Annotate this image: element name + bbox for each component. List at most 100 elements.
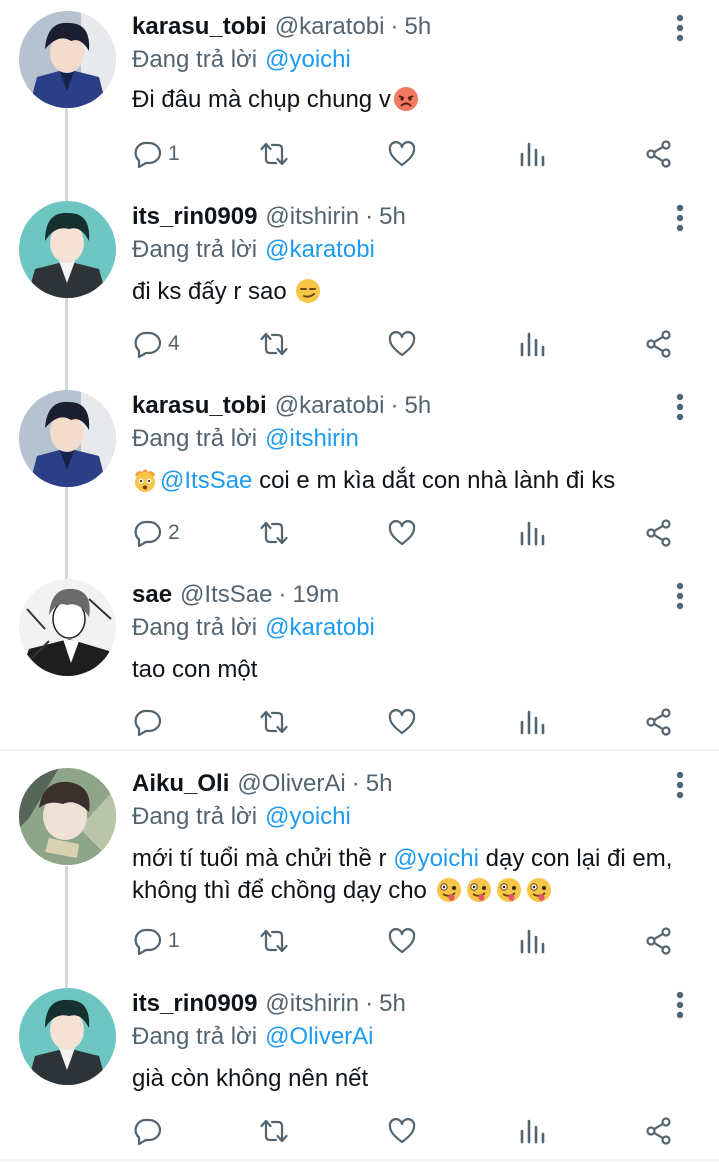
like-button[interactable] <box>387 704 417 740</box>
replying-mention[interactable]: @karatobi <box>265 614 375 642</box>
display-name[interactable]: sae <box>132 581 172 609</box>
retweet-icon <box>260 710 288 734</box>
tweet-text-body: Đi đâu mà chụp chung v <box>132 86 391 113</box>
tweet-mention[interactable]: @yoichi <box>393 845 479 872</box>
timestamp[interactable]: 5h <box>379 203 406 231</box>
share-icon <box>646 330 671 358</box>
stats-button[interactable] <box>517 1113 547 1149</box>
timestamp[interactable]: 5h <box>404 392 431 420</box>
reply-button[interactable]: 1 <box>132 923 180 959</box>
avatar[interactable] <box>19 768 116 865</box>
share-icon <box>646 927 671 955</box>
retweet-button[interactable] <box>259 326 289 362</box>
reply-button[interactable]: 1 <box>132 136 180 172</box>
user-handle[interactable]: @itshirin <box>265 990 359 1018</box>
heart-icon <box>388 520 416 546</box>
separator-dot: · <box>278 581 287 608</box>
retweet-button[interactable] <box>259 515 289 551</box>
timestamp[interactable]: 5h <box>379 990 406 1018</box>
replying-to: Đang trả lời @yoichi <box>132 45 351 75</box>
replying-to: Đang trả lời @itshirin <box>132 424 359 454</box>
tweet-text: @ItsSae coi e m kìa dắt con nhà lành đi … <box>132 465 692 497</box>
replying-to: Đang trả lời @OliverAi <box>132 1022 374 1052</box>
share-button[interactable] <box>644 136 674 172</box>
more-vertical-icon <box>676 14 684 42</box>
heart-icon <box>388 709 416 735</box>
display-name[interactable]: karasu_tobi <box>132 392 267 420</box>
share-button[interactable] <box>644 326 674 362</box>
stats-button[interactable] <box>517 704 547 740</box>
replying-mention[interactable]: @karatobi <box>265 236 375 264</box>
replying-label: Đang trả lời <box>132 425 258 452</box>
tweet-actions <box>132 1113 692 1149</box>
avatar[interactable] <box>19 11 116 108</box>
avatar[interactable] <box>19 201 116 298</box>
share-button[interactable] <box>644 704 674 740</box>
retweet-icon <box>260 929 288 953</box>
avatar[interactable] <box>19 988 116 1085</box>
replying-mention[interactable]: @itshirin <box>265 425 359 453</box>
retweet-button[interactable] <box>259 136 289 172</box>
user-handle[interactable]: @itshirin <box>265 203 359 231</box>
tweet-text-body: mới tí tuổi mà chửi thề r <box>132 845 394 872</box>
more-button[interactable] <box>668 390 692 424</box>
tweet-actions: 4 <box>132 326 692 362</box>
zany-face-emoji <box>496 877 522 903</box>
stats-button[interactable] <box>517 515 547 551</box>
tweet-mention[interactable]: @ItsSae <box>160 467 252 494</box>
share-button[interactable] <box>644 1113 674 1149</box>
replying-mention[interactable]: @yoichi <box>265 46 351 74</box>
reply-button[interactable] <box>132 1113 162 1149</box>
retweet-icon <box>260 521 288 545</box>
more-vertical-icon <box>676 991 684 1019</box>
user-handle[interactable]: @OliverAi <box>237 770 345 798</box>
retweet-button[interactable] <box>259 923 289 959</box>
like-button[interactable] <box>387 1113 417 1149</box>
user-handle[interactable]: @karatobi <box>275 13 385 41</box>
more-button[interactable] <box>668 579 692 613</box>
reply-count: 4 <box>168 332 180 355</box>
display-name[interactable]: Aiku_Oli <box>132 770 229 798</box>
tweet-text: mới tí tuổi mà chửi thề r @yoichi dạy co… <box>132 843 692 907</box>
user-handle[interactable]: @ItsSae <box>180 581 272 609</box>
avatar-image <box>19 390 116 487</box>
replying-mention[interactable]: @OliverAi <box>265 1023 373 1051</box>
more-button[interactable] <box>668 988 692 1022</box>
like-button[interactable] <box>387 326 417 362</box>
more-button[interactable] <box>668 201 692 235</box>
retweet-button[interactable] <box>259 704 289 740</box>
timestamp[interactable]: 19m <box>292 581 339 609</box>
stats-button[interactable] <box>517 136 547 172</box>
more-button[interactable] <box>668 11 692 45</box>
like-button[interactable] <box>387 515 417 551</box>
like-button[interactable] <box>387 923 417 959</box>
avatar[interactable] <box>19 390 116 487</box>
display-name[interactable]: its_rin0909 <box>132 203 257 231</box>
exploding-head-emoji <box>132 467 158 493</box>
replying-mention[interactable]: @yoichi <box>265 803 351 831</box>
timestamp[interactable]: 5h <box>366 770 393 798</box>
reply-button[interactable]: 2 <box>132 515 180 551</box>
stats-button[interactable] <box>517 923 547 959</box>
replying-label: Đang trả lời <box>132 236 258 263</box>
reply-icon <box>134 1118 162 1146</box>
replying-to: Đang trả lời @karatobi <box>132 235 375 265</box>
display-name[interactable]: karasu_tobi <box>132 13 267 41</box>
share-button[interactable] <box>644 515 674 551</box>
bottom-divider <box>0 1159 719 1161</box>
user-handle[interactable]: @karatobi <box>275 392 385 420</box>
reply-button[interactable]: 4 <box>132 326 180 362</box>
like-button[interactable] <box>387 136 417 172</box>
tweet-text: đi ks đấy r sao <box>132 276 692 308</box>
timestamp[interactable]: 5h <box>404 13 431 41</box>
separator-dot: · <box>390 392 399 419</box>
avatar[interactable] <box>19 579 116 676</box>
reply-button[interactable] <box>132 704 162 740</box>
stats-button[interactable] <box>517 326 547 362</box>
heart-icon <box>388 1118 416 1144</box>
retweet-button[interactable] <box>259 1113 289 1149</box>
display-name[interactable]: its_rin0909 <box>132 990 257 1018</box>
share-button[interactable] <box>644 923 674 959</box>
more-button[interactable] <box>668 768 692 802</box>
replying-label: Đang trả lời <box>132 46 258 73</box>
